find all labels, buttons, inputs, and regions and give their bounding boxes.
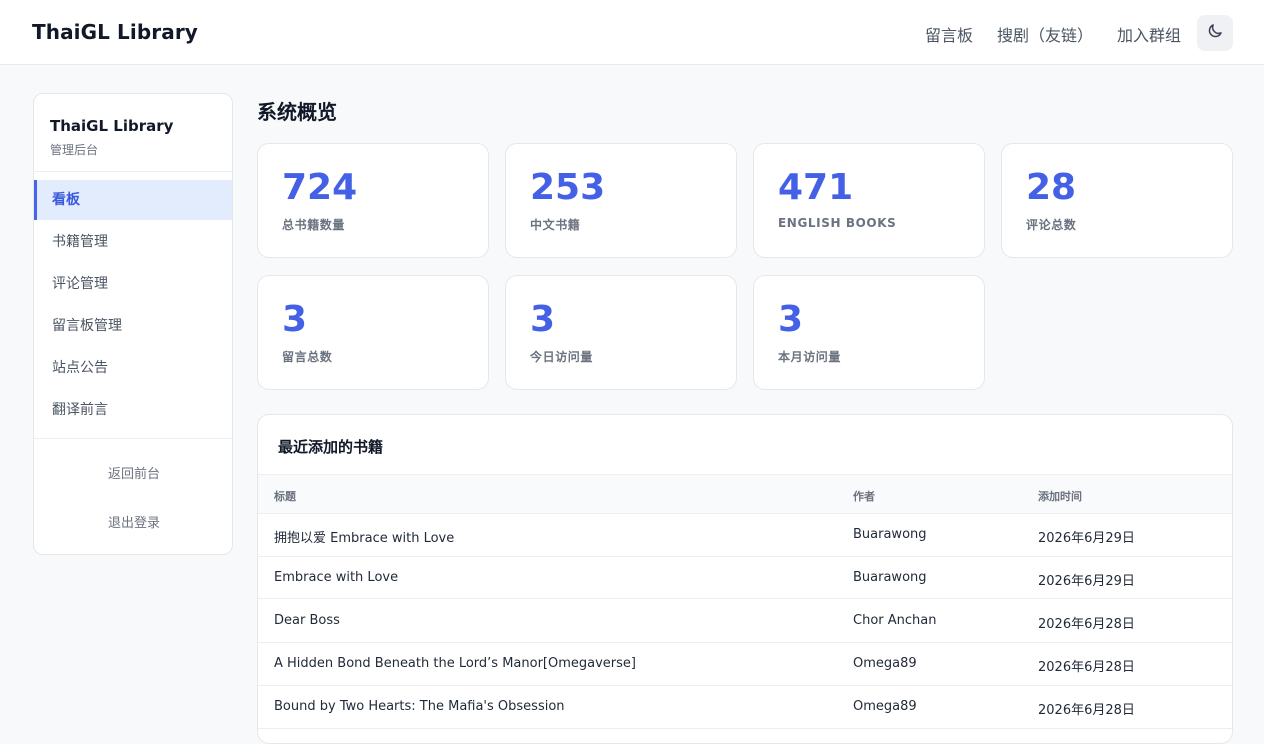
admin-sidebar: ThaiGL Library 管理后台 看板 书籍管理 评论管理 留言板管理 站… — [33, 93, 233, 555]
book-author-cell: Buarawong — [853, 570, 927, 585]
nav-join-group-link[interactable]: 加入群组 — [1117, 22, 1181, 46]
logout-link[interactable]: 退出登录 — [34, 512, 232, 531]
book-added-cell: 2026年6月28日 — [1038, 617, 1135, 632]
stat-label: 本月访问量 — [778, 350, 842, 364]
book-title-cell: Embrace with Love — [274, 570, 399, 585]
book-title-cell: Bound by Two Hearts: The Mafia's Obsessi… — [274, 699, 565, 714]
page-title: 系统概览 — [257, 100, 337, 124]
back-to-frontend-link[interactable]: 返回前台 — [34, 463, 232, 482]
nav-search-link[interactable]: 搜剧（友链） — [997, 22, 1093, 46]
sidebar-divider — [34, 438, 232, 439]
book-added-cell: 2026年6月28日 — [1038, 703, 1135, 718]
top-navbar: ThaiGL Library 留言板 搜剧（友链） 加入群组 — [0, 0, 1264, 65]
stat-card-total-messages: 3 留言总数 — [257, 275, 489, 390]
stat-value: 28 — [1026, 167, 1077, 208]
book-author-cell: Omega89 — [853, 656, 917, 671]
book-title-cell: Dear Boss — [274, 613, 340, 628]
column-header-added: 添加时间 — [1038, 490, 1082, 503]
stat-label: 评论总数 — [1026, 218, 1077, 232]
stat-value: 253 — [530, 167, 606, 208]
book-title-cell: A Hidden Bond Beneath the Lord’s Manor[O… — [274, 656, 636, 671]
stat-value: 3 — [778, 299, 804, 340]
stat-value: 3 — [282, 299, 308, 340]
sidebar-subtitle: 管理后台 — [50, 143, 99, 157]
stat-label: 留言总数 — [282, 350, 333, 364]
stat-label: 今日访问量 — [530, 350, 594, 364]
stat-value: 3 — [530, 299, 556, 340]
book-author-cell: Omega89 — [853, 699, 917, 714]
sidebar-item-comments[interactable]: 评论管理 — [34, 264, 232, 304]
table-row[interactable]: A Hidden Bond Beneath the Lord’s Manor[O… — [258, 643, 1232, 686]
table-row[interactable]: Embrace with Love Buarawong 2026年6月29日 — [258, 557, 1232, 599]
stat-card-chinese-books: 253 中文书籍 — [505, 143, 737, 258]
brand-logo[interactable]: ThaiGL Library — [32, 20, 198, 44]
recent-books-title: 最近添加的书籍 — [278, 438, 384, 456]
stat-value: 724 — [282, 167, 358, 208]
table-row[interactable]: 拥抱以爱 Embrace with Love Buarawong 2026年6月… — [258, 514, 1232, 557]
nav-guestbook-link[interactable]: 留言板 — [925, 22, 973, 46]
stat-card-total-books: 724 总书籍数量 — [257, 143, 489, 258]
book-title-cell: 拥抱以爱 Embrace with Love — [274, 531, 455, 546]
sidebar-item-dashboard[interactable]: 看板 — [34, 180, 232, 220]
stat-label: 中文书籍 — [530, 218, 581, 232]
stat-value: 471 — [778, 167, 854, 208]
stat-label: 总书籍数量 — [282, 218, 346, 232]
sidebar-item-books[interactable]: 书籍管理 — [34, 222, 232, 262]
stat-card-total-comments: 28 评论总数 — [1001, 143, 1233, 258]
sidebar-item-translation-preface[interactable]: 翻译前言 — [34, 390, 232, 430]
sidebar-item-announcements[interactable]: 站点公告 — [34, 348, 232, 388]
recent-books-panel: 最近添加的书籍 标题 作者 添加时间 拥抱以爱 Embrace with Lov… — [257, 414, 1233, 744]
book-added-cell: 2026年6月29日 — [1038, 531, 1135, 546]
table-header: 标题 作者 添加时间 — [258, 474, 1232, 514]
book-added-cell: 2026年6月29日 — [1038, 574, 1135, 589]
sidebar-item-guestbook[interactable]: 留言板管理 — [34, 306, 232, 346]
stat-card-month-visits: 3 本月访问量 — [753, 275, 985, 390]
book-author-cell: Chor Anchan — [853, 613, 937, 628]
sidebar-title: ThaiGL Library — [50, 117, 174, 135]
moon-icon — [1206, 22, 1224, 44]
stat-label: ENGLISH BOOKS — [778, 216, 897, 230]
column-header-author: 作者 — [853, 490, 875, 503]
table-row[interactable]: Bound by Two Hearts: The Mafia's Obsessi… — [258, 686, 1232, 729]
stat-card-today-visits: 3 今日访问量 — [505, 275, 737, 390]
stat-card-english-books: 471 ENGLISH BOOKS — [753, 143, 985, 258]
book-author-cell: Buarawong — [853, 527, 927, 542]
table-row[interactable]: Dear Boss Chor Anchan 2026年6月28日 — [258, 599, 1232, 643]
book-added-cell: 2026年6月28日 — [1038, 660, 1135, 675]
column-header-title: 标题 — [274, 490, 296, 503]
theme-toggle-button[interactable] — [1197, 15, 1233, 51]
sidebar-divider — [34, 171, 232, 172]
